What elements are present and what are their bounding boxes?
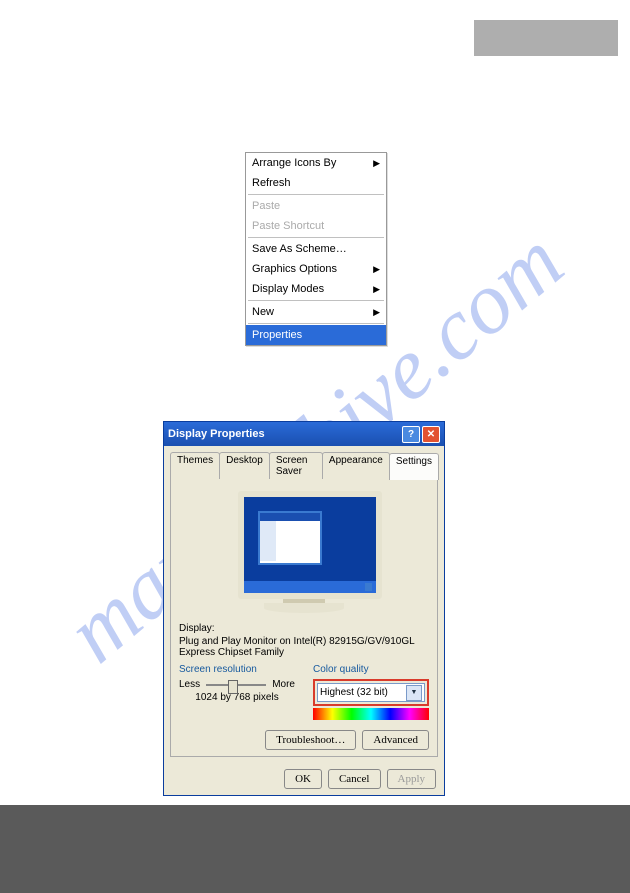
menu-label: Refresh xyxy=(252,177,291,189)
color-quality-value: Highest (32 bit) xyxy=(320,687,388,698)
menu-label: New xyxy=(252,306,274,318)
menu-label: Properties xyxy=(252,329,302,341)
color-quality-select[interactable]: Highest (32 bit) ▼ xyxy=(317,683,425,702)
slider-less-label: Less xyxy=(179,679,200,690)
menu-label: Arrange Icons By xyxy=(252,157,336,169)
slider-thumb[interactable] xyxy=(228,680,238,694)
footer-gray-block xyxy=(0,805,630,893)
menu-properties[interactable]: Properties xyxy=(246,325,386,345)
tab-settings[interactable]: Settings xyxy=(389,453,439,480)
chevron-down-icon[interactable]: ▼ xyxy=(406,685,422,701)
color-quality-highlight: Highest (32 bit) ▼ xyxy=(313,679,429,706)
dialog-button-row: OK Cancel Apply xyxy=(164,763,444,795)
tab-screensaver[interactable]: Screen Saver xyxy=(269,452,323,479)
color-spectrum-icon xyxy=(313,708,429,720)
ok-button[interactable]: OK xyxy=(284,769,322,789)
cancel-button[interactable]: Cancel xyxy=(328,769,381,789)
menu-refresh[interactable]: Refresh xyxy=(246,173,386,193)
menu-label: Paste xyxy=(252,200,280,212)
header-gray-block xyxy=(474,20,618,56)
menu-label: Display Modes xyxy=(252,283,324,295)
group-label: Color quality xyxy=(313,664,429,675)
menu-label: Paste Shortcut xyxy=(252,220,324,232)
resolution-value: 1024 by 768 pixels xyxy=(179,692,295,703)
monitor-screen-icon xyxy=(238,491,382,599)
tab-desktop[interactable]: Desktop xyxy=(219,452,270,479)
tab-themes[interactable]: Themes xyxy=(170,452,220,479)
group-label: Screen resolution xyxy=(179,664,295,675)
submenu-arrow-icon: ▶ xyxy=(373,158,380,169)
dialog-title: Display Properties xyxy=(168,428,265,440)
menu-save-scheme[interactable]: Save As Scheme… xyxy=(246,239,386,259)
menu-separator xyxy=(248,237,384,238)
menu-new[interactable]: New ▶ xyxy=(246,302,386,322)
help-button[interactable]: ? xyxy=(402,426,420,443)
submenu-arrow-icon: ▶ xyxy=(373,264,380,275)
display-device-name: Plug and Play Monitor on Intel(R) 82915G… xyxy=(179,636,429,658)
color-quality-group: Color quality Highest (32 bit) ▼ xyxy=(313,664,429,720)
menu-separator xyxy=(248,323,384,324)
display-properties-dialog: Display Properties ? ✕ Themes Desktop Sc… xyxy=(163,421,445,796)
screen-resolution-group: Screen resolution Less More 1024 by 768 … xyxy=(179,664,295,720)
submenu-arrow-icon: ▶ xyxy=(373,284,380,295)
submenu-arrow-icon: ▶ xyxy=(373,307,380,318)
monitor-preview xyxy=(179,491,429,613)
titlebar: Display Properties ? ✕ xyxy=(164,422,444,446)
menu-label: Save As Scheme… xyxy=(252,243,347,255)
resolution-slider[interactable] xyxy=(206,684,266,686)
desktop-context-menu: Arrange Icons By ▶ Refresh Paste Paste Sh… xyxy=(245,152,387,346)
close-button[interactable]: ✕ xyxy=(422,426,440,443)
tab-strip: Themes Desktop Screen Saver Appearance S… xyxy=(164,446,444,479)
menu-label: Graphics Options xyxy=(252,263,337,275)
slider-more-label: More xyxy=(272,679,295,690)
menu-graphics-options[interactable]: Graphics Options ▶ xyxy=(246,259,386,279)
display-label: Display: xyxy=(179,623,429,634)
menu-paste-shortcut: Paste Shortcut xyxy=(246,216,386,236)
settings-pane: Display: Plug and Play Monitor on Intel(… xyxy=(170,479,438,757)
menu-separator xyxy=(248,300,384,301)
apply-button: Apply xyxy=(387,769,437,789)
troubleshoot-button[interactable]: Troubleshoot… xyxy=(265,730,356,750)
window-preview-icon xyxy=(258,511,322,565)
advanced-button[interactable]: Advanced xyxy=(362,730,429,750)
menu-display-modes[interactable]: Display Modes ▶ xyxy=(246,279,386,299)
menu-paste: Paste xyxy=(246,196,386,216)
menu-separator xyxy=(248,194,384,195)
tab-appearance[interactable]: Appearance xyxy=(322,452,390,479)
menu-arrange-icons[interactable]: Arrange Icons By ▶ xyxy=(246,153,386,173)
